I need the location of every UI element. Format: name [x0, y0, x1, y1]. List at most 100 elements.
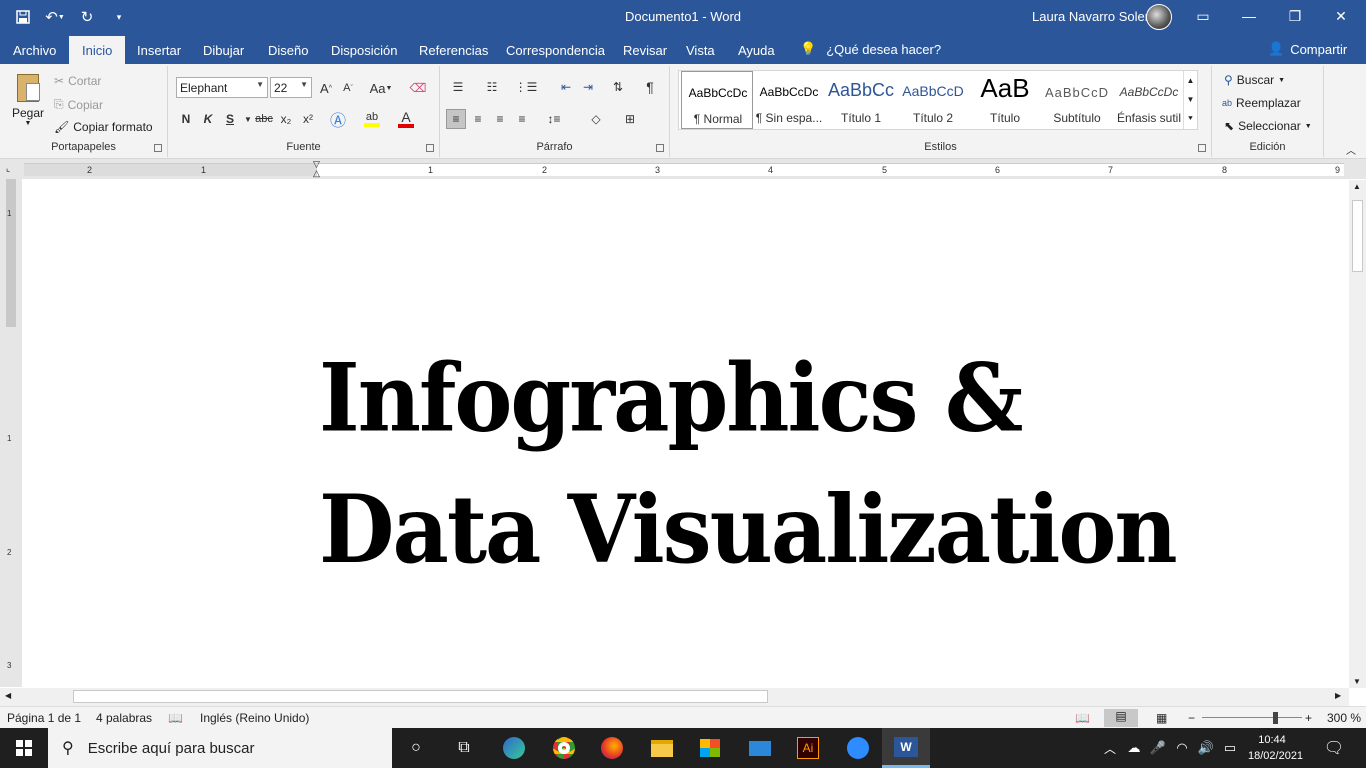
tab-dibujar[interactable]: Dibujar: [203, 43, 244, 58]
show-hidden-icons-icon[interactable]: ︿: [1098, 728, 1122, 768]
vertical-scroll-thumb[interactable]: [1352, 200, 1363, 272]
mail-icon[interactable]: [736, 728, 784, 768]
tab-ayuda[interactable]: Ayuda: [738, 43, 775, 58]
word-app-icon[interactable]: W: [882, 728, 930, 768]
text-effects-icon[interactable]: Ⓐ: [328, 109, 348, 130]
tab-referencias[interactable]: Referencias: [419, 43, 488, 58]
edge-icon[interactable]: [490, 728, 538, 768]
align-center-icon[interactable]: ≡: [468, 109, 488, 129]
sort-icon[interactable]: ⇅: [608, 77, 628, 97]
illustrator-icon[interactable]: Ai: [784, 728, 832, 768]
zoom-slider-track[interactable]: [1202, 717, 1302, 718]
font-launcher-icon[interactable]: [426, 144, 434, 152]
style-title[interactable]: AaB Título: [969, 71, 1041, 129]
indent-marker-icon[interactable]: ▽ △: [313, 160, 320, 178]
user-name[interactable]: Laura Navarro Soler: [1032, 9, 1149, 24]
line-spacing-icon[interactable]: ↕≡: [544, 109, 564, 129]
read-mode-icon[interactable]: 📖: [1075, 711, 1090, 725]
align-right-icon[interactable]: ≡: [490, 109, 510, 129]
firefox-icon[interactable]: [588, 728, 636, 768]
word-count[interactable]: 4 palabras: [96, 711, 152, 725]
style-heading-1[interactable]: AaBbCc Título 1: [825, 71, 897, 129]
ribbon-display-options-icon[interactable]: ▭: [1180, 0, 1226, 32]
microphone-icon[interactable]: 🎤: [1146, 728, 1170, 768]
document-heading[interactable]: Infographics & Data Visualization: [319, 332, 1178, 596]
restore-icon[interactable]: ❐: [1272, 0, 1318, 32]
paragraph-launcher-icon[interactable]: [656, 144, 664, 152]
taskbar-clock[interactable]: 10:44 18/02/2021: [1248, 732, 1303, 764]
zoom-in-button[interactable]: +: [1305, 711, 1312, 725]
task-view-icon[interactable]: ⧉: [440, 728, 488, 768]
zoom-slider-thumb[interactable]: [1273, 712, 1278, 724]
store-icon[interactable]: [686, 728, 734, 768]
tab-diseno[interactable]: Diseño: [268, 43, 308, 58]
tab-vista[interactable]: Vista: [686, 43, 715, 58]
wifi-icon[interactable]: ◠: [1170, 728, 1194, 768]
increase-indent-icon[interactable]: ⇥: [578, 77, 598, 97]
style-no-spacing[interactable]: AaBbCcDc ¶ Sin espa...: [753, 71, 825, 129]
print-layout-icon[interactable]: ▤: [1104, 709, 1138, 727]
web-layout-icon[interactable]: ▦: [1156, 711, 1167, 725]
underline-button[interactable]: S: [220, 109, 240, 129]
tab-correspondencia[interactable]: Correspondencia: [506, 43, 605, 58]
horizontal-scroll-thumb[interactable]: [73, 690, 768, 703]
bold-button[interactable]: N: [176, 109, 196, 129]
pilcrow-button[interactable]: ¶: [640, 77, 660, 97]
file-explorer-icon[interactable]: [638, 728, 686, 768]
font-size-select[interactable]: 22 ▼: [270, 77, 312, 98]
shading-icon[interactable]: ◇: [586, 109, 606, 129]
shrink-font-button[interactable]: Aˇ: [338, 78, 358, 98]
superscript-button[interactable]: x²: [298, 109, 318, 129]
scroll-left-icon[interactable]: ◀: [5, 691, 11, 700]
justify-icon[interactable]: ≡: [512, 109, 532, 129]
align-left-icon[interactable]: ≡: [446, 109, 466, 129]
avatar[interactable]: [1146, 4, 1172, 30]
onedrive-icon[interactable]: ☁: [1122, 728, 1146, 768]
style-subtitle[interactable]: AaBbCcD Subtítulo: [1041, 71, 1113, 129]
close-icon[interactable]: ✕: [1318, 0, 1364, 32]
numbering-icon[interactable]: ☷: [482, 77, 502, 97]
borders-icon[interactable]: ⊞: [620, 109, 640, 129]
style-normal[interactable]: AaBbCcDc ¶ Normal: [681, 71, 753, 129]
select-button[interactable]: ⬉ Seleccionar ▼: [1224, 119, 1312, 133]
zoom-level[interactable]: 300 %: [1327, 711, 1361, 725]
tab-archivo[interactable]: Archivo: [13, 43, 56, 58]
share-button[interactable]: 👤 Compartir: [1268, 41, 1347, 57]
styles-launcher-icon[interactable]: [1198, 144, 1206, 152]
tab-insertar[interactable]: Insertar: [137, 43, 181, 58]
subscript-button[interactable]: x₂: [276, 109, 296, 129]
zoom-app-icon[interactable]: [834, 728, 882, 768]
windows-start-icon[interactable]: [0, 728, 48, 768]
highlight-color-button[interactable]: ab: [362, 109, 382, 129]
bullets-icon[interactable]: ☰: [448, 77, 468, 97]
horizontal-scrollbar[interactable]: ◀ ▶: [0, 688, 1349, 706]
paste-button[interactable]: Pegar ▼: [8, 70, 48, 136]
change-case-button[interactable]: Aa ▼: [366, 78, 396, 98]
font-name-select[interactable]: Elephant ▼: [176, 77, 268, 98]
italic-button[interactable]: K: [198, 109, 218, 129]
copy-button[interactable]: ⎘ Copiar: [54, 97, 103, 112]
collapse-ribbon-icon[interactable]: ︿: [1346, 142, 1356, 157]
notifications-icon[interactable]: 🗨: [1310, 728, 1358, 768]
zoom-out-button[interactable]: −: [1188, 711, 1195, 725]
grow-font-button[interactable]: A ^: [316, 78, 336, 98]
style-heading-2[interactable]: AaBbCcD Título 2: [897, 71, 969, 129]
language[interactable]: Inglés (Reino Unido): [200, 711, 309, 725]
ruler-track[interactable]: 2 1 1 2 3 4 5 6 7 8 9 ▽ △: [24, 160, 1344, 178]
scroll-up-icon[interactable]: ▲: [1353, 182, 1361, 191]
strikethrough-button[interactable]: abc: [254, 109, 274, 129]
minimize-icon[interactable]: —: [1226, 0, 1272, 32]
find-button[interactable]: ⚲ Buscar ▼: [1224, 73, 1285, 87]
tab-selector-icon[interactable]: ⌞: [6, 163, 10, 174]
scroll-down-icon[interactable]: ▼: [1353, 677, 1361, 686]
battery-icon[interactable]: ▭: [1218, 728, 1242, 768]
font-color-button[interactable]: A: [396, 109, 416, 129]
clipboard-launcher-icon[interactable]: [154, 144, 162, 152]
scroll-right-icon[interactable]: ▶: [1335, 691, 1341, 700]
volume-icon[interactable]: 🔊: [1194, 728, 1218, 768]
format-painter-button[interactable]: 🖌 Copiar formato: [54, 120, 153, 134]
document-page[interactable]: Infographics & Data Visualization: [23, 180, 1349, 688]
page-count[interactable]: Página 1 de 1: [7, 711, 81, 725]
vertical-scrollbar[interactable]: ▲ ▼: [1349, 180, 1366, 688]
tab-disposicion[interactable]: Disposición: [331, 43, 397, 58]
